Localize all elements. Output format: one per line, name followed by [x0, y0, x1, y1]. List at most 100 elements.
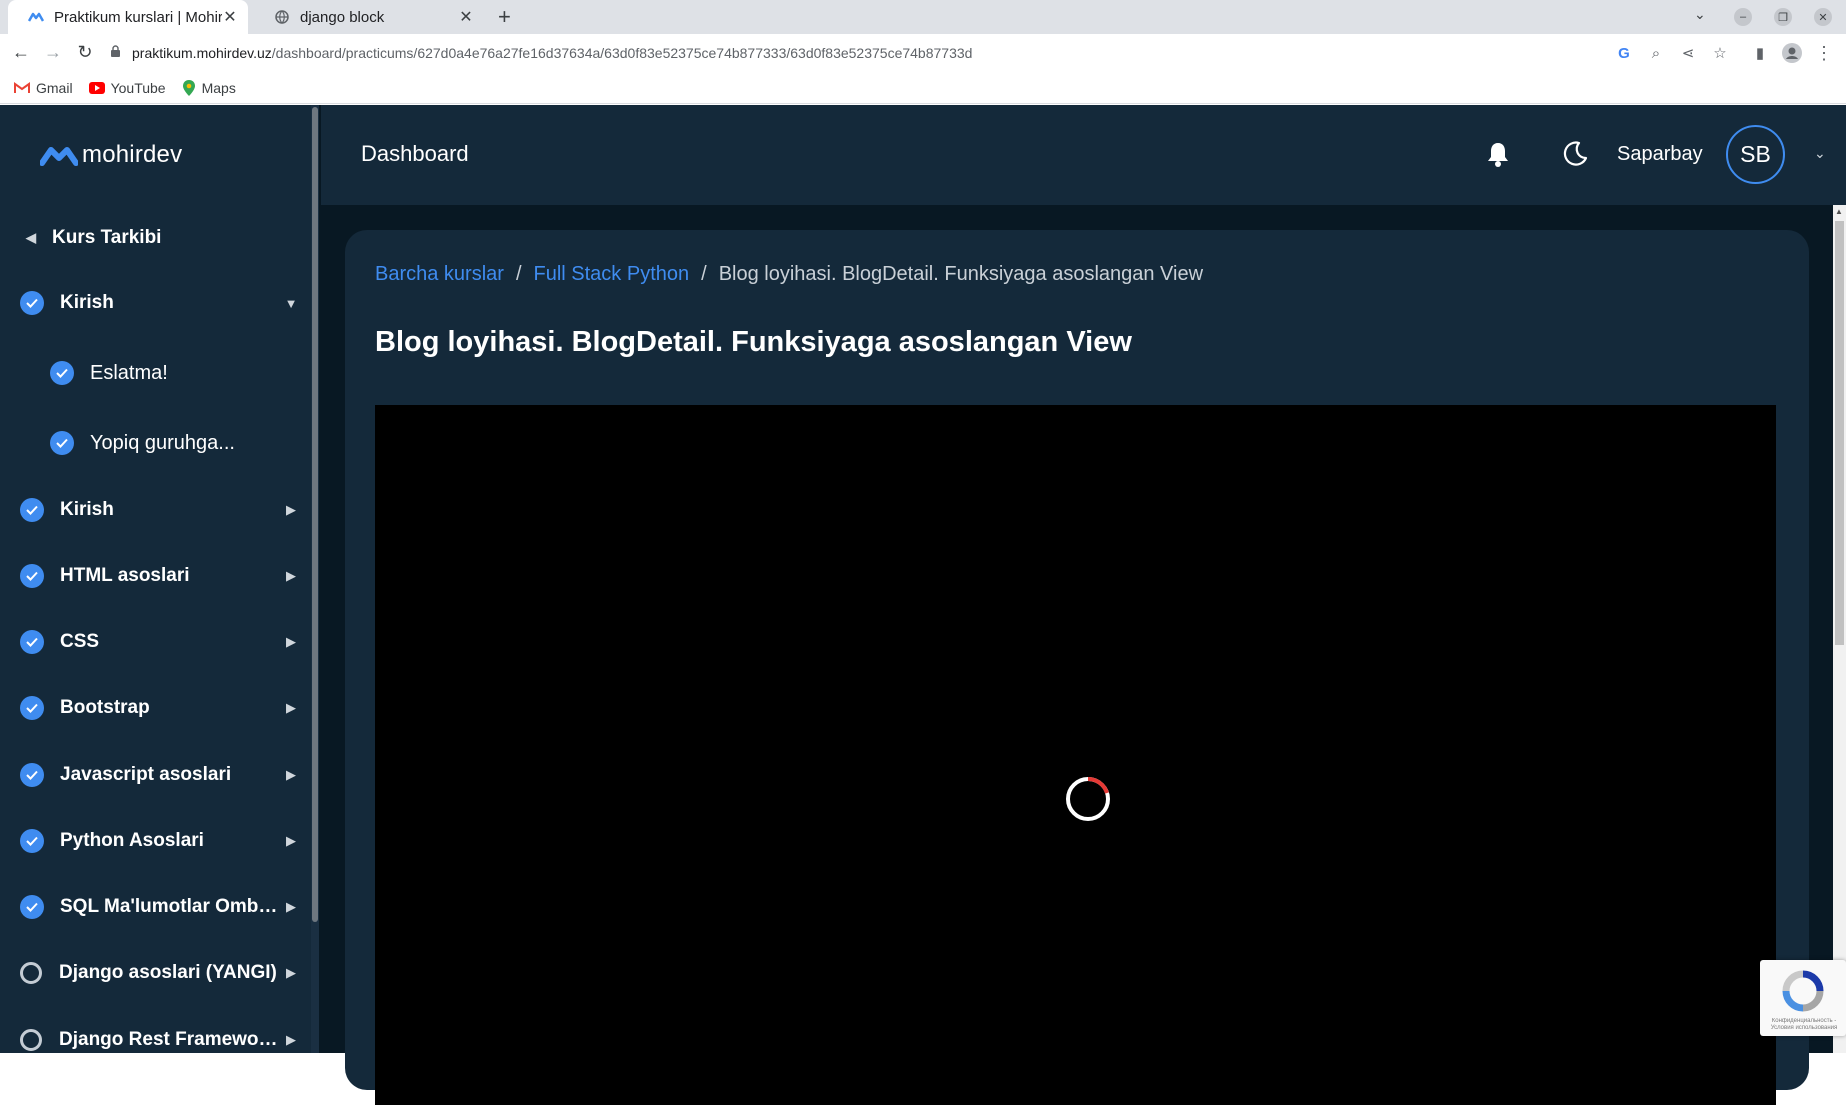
sidebar-item-label: Javascript asoslari: [60, 764, 232, 785]
new-tab-icon[interactable]: +: [498, 4, 511, 30]
sidebar-scrollbar[interactable]: [311, 105, 319, 1053]
close-tab-icon[interactable]: ✕: [458, 7, 474, 27]
caret-right-icon[interactable]: ▶: [284, 767, 298, 783]
loading-spinner-icon: [1066, 777, 1110, 821]
page-scrollbar[interactable]: ▲: [1833, 205, 1846, 1053]
bookmark-star-icon[interactable]: ☆: [1710, 43, 1730, 63]
tab-title: django block: [300, 8, 385, 26]
sidebar-scrollbar-thumb[interactable]: [312, 107, 318, 922]
empty-circle-icon: [20, 962, 42, 984]
forward-icon[interactable]: →: [42, 42, 64, 63]
mohirdev-logo[interactable]: mohirdev: [40, 141, 182, 169]
address-bar[interactable]: praktikum.mohirdev.uz/dashboard/practicu…: [110, 38, 1430, 68]
bookmark-maps[interactable]: Maps: [182, 79, 236, 96]
check-circle-icon: [20, 564, 44, 588]
empty-circle-icon: [20, 1029, 42, 1051]
course-contents-back[interactable]: ◀ Kurs Tarkibi: [26, 227, 161, 249]
lock-icon: [110, 45, 124, 61]
side-panel-icon[interactable]: ▮: [1750, 43, 1770, 63]
caret-right-icon[interactable]: ▶: [284, 634, 298, 650]
restore-icon[interactable]: ❐: [1774, 8, 1792, 26]
sidebar-item-sql[interactable]: SQL Ma'lumotlar Ombori... ▶: [20, 887, 298, 927]
menu-kebab-icon[interactable]: ⋮: [1814, 43, 1834, 63]
sidebar-item-label: Kirish: [60, 292, 114, 313]
tab-django-block[interactable]: django block ✕: [254, 0, 484, 34]
app-root: mohirdev ◀ Kurs Tarkibi Kirish ▼ Eslatma…: [0, 105, 1846, 1105]
sidebar-item-label: Kirish: [60, 499, 114, 520]
minimize-icon[interactable]: –: [1734, 8, 1752, 26]
sidebar-item-python-asoslari[interactable]: Python Asoslari ▶: [20, 821, 298, 861]
page-scrollbar-thumb[interactable]: [1835, 221, 1844, 645]
sidebar-item-label: SQL Ma'lumotlar Ombori...: [60, 896, 278, 917]
zoom-icon[interactable]: ⌕: [1646, 43, 1666, 63]
lesson-card: Barcha kurslar / Full Stack Python / Blo…: [345, 230, 1809, 1105]
reload-icon[interactable]: ↻: [74, 42, 96, 63]
sidebar-item-html-asoslari[interactable]: HTML asoslari ▶: [20, 556, 298, 596]
chevron-down-icon[interactable]: ⌄: [1814, 145, 1826, 162]
avatar[interactable]: SB: [1726, 125, 1785, 184]
breadcrumb-link-course[interactable]: Full Stack Python: [534, 263, 690, 286]
caret-right-icon[interactable]: ▶: [284, 502, 298, 518]
url-path: /dashboard/practicums/627d0a4e76a27fe16d…: [271, 45, 973, 61]
sidebar-item-kirish-expanded[interactable]: Kirish ▼: [20, 283, 298, 323]
window-close-icon[interactable]: ✕: [1814, 8, 1832, 26]
sidebar-item-kirish[interactable]: Kirish ▶: [20, 490, 298, 530]
breadcrumb-separator: /: [701, 263, 707, 285]
caret-left-icon: ◀: [26, 230, 36, 245]
globe-icon: [274, 9, 290, 25]
moon-icon[interactable]: [1561, 140, 1589, 173]
profile-icon[interactable]: [1782, 43, 1802, 63]
sidebar-subitem-eslatma[interactable]: Eslatma!: [50, 353, 298, 393]
sidebar-item-label: HTML asoslari: [60, 565, 190, 586]
bookmark-gmail[interactable]: Gmail: [14, 80, 73, 96]
caret-right-icon[interactable]: ▶: [284, 1032, 298, 1048]
sidebar-item-label: Django asoslari (YANGI): [59, 962, 277, 983]
google-icon[interactable]: G: [1614, 43, 1634, 63]
tab-praktikum[interactable]: Praktikum kurslari | Mohirdev ✕: [8, 0, 248, 34]
sidebar-item-django-asoslari[interactable]: Django asoslari (YANGI) ▶: [20, 953, 298, 993]
caret-right-icon[interactable]: ▶: [284, 700, 298, 716]
breadcrumb-separator: /: [515, 263, 522, 285]
video-player[interactable]: [375, 405, 1776, 1105]
gmail-icon: [14, 81, 30, 94]
caret-down-icon[interactable]: ▼: [284, 296, 298, 311]
recaptcha-text: Конфиденциальность - Условия использован…: [1770, 1018, 1838, 1031]
logo-text: mohirdev: [82, 141, 183, 168]
page-title: Blog loyihasi. BlogDetail. Funksiyaga as…: [375, 326, 1132, 358]
caret-right-icon[interactable]: ▶: [284, 965, 298, 981]
tab-search-chevron-icon[interactable]: ⌄: [1694, 6, 1706, 23]
sidebar-item-css[interactable]: CSS ▶: [20, 622, 298, 662]
youtube-icon: [88, 81, 105, 94]
top-header: Dashboard Saparbay SB ⌄: [321, 105, 1846, 205]
sidebar-item-django-rest-framework[interactable]: Django Rest Framework... ▶: [20, 1020, 298, 1053]
main-content: Barcha kurslar / Full Stack Python / Blo…: [321, 205, 1833, 1105]
browser-tab-bar: Praktikum kurslari | Mohirdev ✕ django b…: [0, 0, 1846, 34]
sidebar-item-label: CSS: [60, 631, 100, 652]
check-circle-icon: [20, 895, 44, 919]
check-circle-icon: [20, 829, 44, 853]
sidebar-item-bootstrap[interactable]: Bootstrap ▶: [20, 688, 298, 728]
check-circle-icon: [20, 498, 44, 522]
caret-right-icon[interactable]: ▶: [284, 833, 298, 849]
tab-title: Praktikum kurslari | Mohirdev: [54, 8, 222, 26]
scroll-up-arrow-icon[interactable]: ▲: [1835, 207, 1843, 216]
close-tab-icon[interactable]: ✕: [222, 7, 238, 27]
caret-right-icon[interactable]: ▶: [284, 899, 298, 915]
back-icon[interactable]: ←: [10, 42, 32, 63]
bell-icon[interactable]: [1486, 140, 1510, 173]
breadcrumb-current: Blog loyihasi. BlogDetail. Funksiyaga as…: [718, 263, 1204, 285]
recaptcha-badge[interactable]: Конфиденциальность - Условия использован…: [1760, 960, 1846, 1036]
sidebar-subitem-yopiq-guruhga[interactable]: Yopiq guruhga...: [50, 423, 298, 463]
share-icon[interactable]: ⋖: [1678, 43, 1698, 63]
caret-right-icon[interactable]: ▶: [284, 568, 298, 584]
bookmark-youtube[interactable]: YouTube: [88, 80, 166, 96]
sidebar-item-javascript-asoslari[interactable]: Javascript asoslari ▶: [20, 755, 298, 795]
breadcrumb-link-all-courses[interactable]: Barcha kurslar: [375, 263, 504, 286]
check-circle-icon: [20, 291, 44, 315]
sidebar-item-label: Yopiq guruhga...: [90, 431, 235, 454]
sidebar-item-label: Eslatma!: [90, 361, 168, 384]
username[interactable]: Saparbay: [1617, 143, 1703, 166]
course-sidebar: mohirdev ◀ Kurs Tarkibi Kirish ▼ Eslatma…: [0, 105, 319, 1053]
check-circle-icon: [50, 361, 74, 385]
header-title: Dashboard: [361, 141, 469, 166]
